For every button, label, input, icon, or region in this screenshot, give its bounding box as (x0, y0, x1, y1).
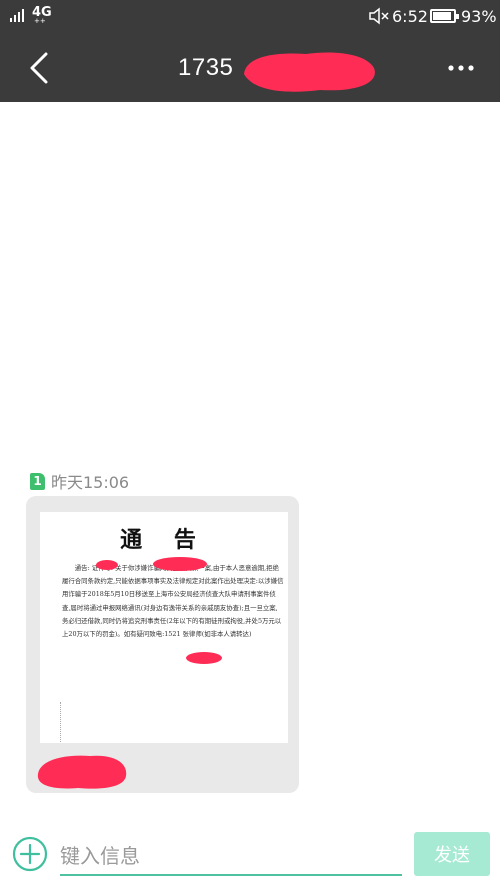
battery-percent: 93% (461, 7, 497, 26)
redaction-mark (186, 652, 222, 664)
redaction-mark (37, 755, 127, 789)
contact-number: 1735 (178, 54, 234, 81)
clock: 6:52 (392, 7, 428, 26)
status-bar: 4G ++ 6:52 93% (0, 0, 500, 32)
message-input[interactable] (60, 838, 402, 876)
send-button[interactable]: 发送 (414, 832, 490, 876)
notice-title: 通 告 (120, 527, 208, 553)
redaction-mark (96, 560, 118, 570)
more-options-icon[interactable] (444, 56, 478, 80)
message-timestamp: 1 昨天15:06 (30, 470, 129, 492)
signal-icon (10, 9, 24, 22)
scan-artifact (60, 702, 63, 743)
back-arrow-icon[interactable] (22, 50, 58, 86)
compose-bar: 发送 (0, 820, 500, 889)
sim-card-icon: 1 (30, 472, 45, 490)
attach-plus-icon[interactable] (12, 836, 48, 872)
notice-body: 通告: 证件号: 关于你涉嫌诈骗网贷金额欠款一案,由于本人恶意逾期,拒绝履行合同… (62, 564, 284, 639)
redaction-mark (153, 557, 207, 571)
redaction-mark (244, 52, 375, 92)
mute-icon (369, 7, 389, 25)
timestamp-text: 昨天15:06 (51, 473, 130, 492)
mms-message-bubble[interactable]: 通 告 通告: 证件号: 关于你涉嫌诈骗网贷金额欠款一案,由于本人恶意逾期,拒绝… (26, 496, 299, 793)
network-activity: ++ (34, 17, 46, 25)
battery-icon (430, 9, 459, 23)
conversation-header: 1735 (0, 32, 500, 102)
network-type: 4G ++ (32, 5, 52, 25)
notice-image[interactable]: 通 告 通告: 证件号: 关于你涉嫌诈骗网贷金额欠款一案,由于本人恶意逾期,拒绝… (40, 512, 288, 743)
